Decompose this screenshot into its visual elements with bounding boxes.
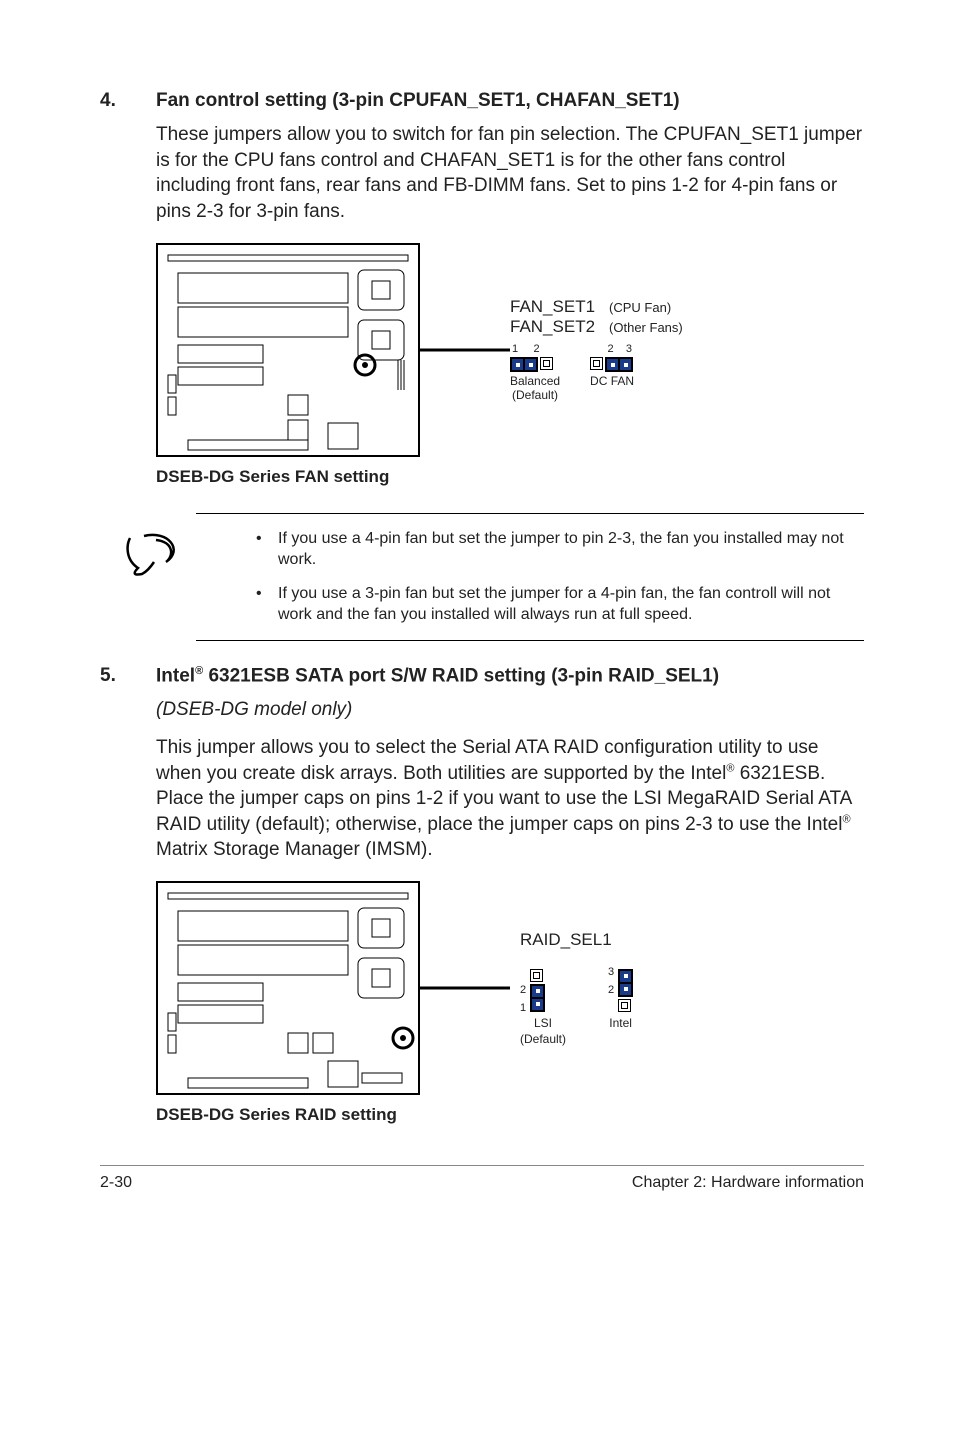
- diagram-caption-2: DSEB-DG Series RAID setting: [156, 1105, 864, 1125]
- jumper-lsi: 2 1: [520, 966, 566, 1014]
- section-number-5: 5.: [100, 665, 156, 687]
- section-body: These jumpers allow you to switch for fa…: [156, 122, 864, 225]
- fan-diagram: FAN_SET1 (CPU Fan) FAN_SET2 (Other Fans)…: [156, 243, 864, 457]
- motherboard-schematic-2: [156, 881, 420, 1095]
- note-box: • If you use a 4-pin fan but set the jum…: [196, 513, 864, 641]
- pin-desc-otherfans: (Other Fans): [609, 320, 683, 335]
- pin-num-2b: 2: [607, 343, 613, 355]
- section-header-5: 5. Intel® 6321ESB SATA port S/W RAID set…: [100, 665, 864, 687]
- arrow-icon: [420, 338, 510, 362]
- note-text-1: If you use a 4-pin fan but set the jumpe…: [278, 528, 854, 571]
- diagram-caption: DSEB-DG Series FAN setting: [156, 467, 864, 487]
- jumper-caption-dcfan: DC FAN: [590, 374, 634, 388]
- section-fan-control: 4. Fan control setting (3-pin CPUFAN_SET…: [100, 90, 864, 487]
- section-raid-setting: 5. Intel® 6321ESB SATA port S/W RAID set…: [100, 665, 864, 1125]
- vpin-num-3b: 3: [608, 966, 614, 978]
- jumper-caption-intel: Intel: [608, 1016, 633, 1030]
- motherboard-schematic: [156, 243, 420, 457]
- section-header: 4. Fan control setting (3-pin CPUFAN_SET…: [100, 90, 864, 112]
- page-footer: 2-30 Chapter 2: Hardware information: [100, 1165, 864, 1192]
- vpin-num-1: 1: [520, 1002, 526, 1014]
- jumper-caption-default: (Default): [510, 388, 560, 402]
- pin-name-fanset2: FAN_SET2: [510, 317, 595, 337]
- section-title-5: Intel® 6321ESB SATA port S/W RAID settin…: [156, 665, 719, 687]
- pin-desc-cpufan: (CPU Fan): [609, 300, 671, 315]
- section-body-5: This jumper allows you to select the Ser…: [156, 735, 864, 863]
- arrow-icon-2: [420, 976, 510, 1000]
- jumper-caption-balanced: Balanced: [510, 374, 560, 388]
- section-number: 4.: [100, 90, 156, 112]
- note-text-2: If you use a 3-pin fan but set the jumpe…: [278, 583, 854, 626]
- pin-name-raidsel1: RAID_SEL1: [520, 930, 619, 950]
- fan-pin-panel: FAN_SET1 (CPU Fan) FAN_SET2 (Other Fans)…: [510, 297, 683, 402]
- section-title: Fan control setting (3-pin CPUFAN_SET1, …: [156, 90, 680, 112]
- pin-num-3: 3: [626, 343, 632, 355]
- jumper-caption-lsi: LSI: [520, 1016, 566, 1030]
- note-bullet-1: • If you use a 4-pin fan but set the jum…: [256, 528, 854, 571]
- jumper-dcfan: 2 3 DC FAN: [590, 343, 634, 402]
- note-bullet-2: • If you use a 3-pin fan but set the jum…: [256, 583, 854, 626]
- chapter-label: Chapter 2: Hardware information: [632, 1174, 864, 1192]
- jumper-intel: 3 2: [608, 966, 633, 1014]
- pin-num-1: 1: [512, 343, 518, 355]
- pin-num-2: 2: [533, 343, 539, 355]
- jumper-caption-default-2: (Default): [520, 1032, 566, 1046]
- note-icon: [124, 532, 180, 578]
- section-subtitle-5: (DSEB-DG model only): [156, 697, 864, 723]
- vpin-num-2b: 2: [608, 984, 614, 996]
- raid-pin-panel: RAID_SEL1 2 1: [520, 930, 633, 1046]
- pin-name-fanset1: FAN_SET1: [510, 297, 595, 317]
- raid-diagram: RAID_SEL1 2 1: [156, 881, 864, 1095]
- vpin-num-2: 2: [520, 984, 526, 996]
- jumper-balanced: 1 2 Balanced (Default): [510, 343, 560, 402]
- page-number: 2-30: [100, 1174, 132, 1192]
